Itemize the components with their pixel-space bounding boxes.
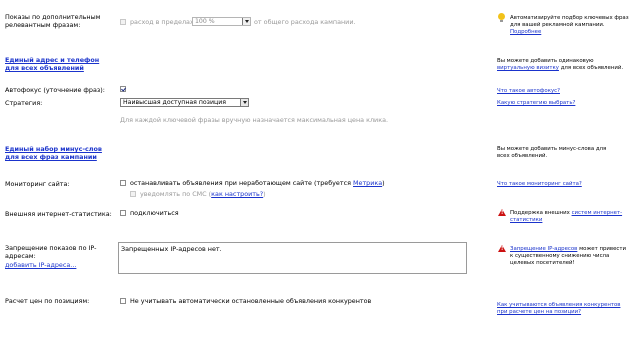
external-stats-option: подключиться	[130, 209, 179, 217]
label-site-monitoring: Мониторинг сайта:	[5, 180, 70, 188]
checkbox-position-price[interactable]	[120, 298, 126, 304]
chevron-down-icon	[242, 18, 250, 25]
warning-icon	[498, 209, 506, 216]
ip-ban-help-link[interactable]: Запрещение IP-адресов	[510, 246, 577, 252]
autophrases-hint-text: Автоматизируйте подбор ключевых фраз для…	[510, 15, 629, 28]
ip-ban-textarea-value: Запрещенных IP-адресов нет.	[121, 245, 222, 253]
lightbulb-base	[500, 20, 503, 22]
autophrases-more-link[interactable]: Подробнее	[510, 29, 541, 35]
label-position-price: Расчет цен по позициям:	[5, 297, 90, 305]
strategy-help-link[interactable]: Какую стратегию выбрать?	[497, 100, 629, 107]
ip-ban-textarea[interactable]: Запрещенных IP-адресов нет.	[118, 242, 467, 274]
sms-option: уведомлять по СМС (как настроить?)	[140, 190, 266, 198]
strategy-select-value: Наивысшая доступная позиция	[123, 99, 226, 106]
monitoring-option: останавливать объявления при неработающе…	[130, 179, 385, 187]
strategy-hint: Для каждой ключевой фразы вручную назнач…	[120, 116, 389, 124]
percent-select[interactable]: 100 %	[192, 17, 251, 26]
spend-suffix-text: от общего расхода кампании.	[254, 18, 356, 26]
minus-words-hint: Вы можете добавить минус-слова для всех …	[497, 146, 607, 159]
warning-icon	[498, 245, 506, 252]
checkbox-autofocus[interactable]	[120, 86, 126, 92]
strategy-select[interactable]: Наивысшая доступная позиция	[120, 98, 249, 107]
monitoring-option-text: останавливать объявления при неработающе…	[130, 179, 351, 187]
checkbox-monitoring[interactable]	[120, 180, 126, 186]
add-ip-link[interactable]: добавить IP-адреса...	[5, 261, 76, 269]
sms-setup-link[interactable]: как настроить?	[211, 190, 263, 198]
label-autofocus: Автофокус (уточнение фраз):	[5, 86, 105, 94]
sms-option-close: )	[263, 190, 266, 198]
external-stats-hint-text: Поддержка внешних	[510, 210, 570, 216]
label-external-stats: Внешняя интернет-статистика:	[5, 210, 112, 218]
single-address-phone-link[interactable]: Единый адрес и телефон для всех объявлен…	[5, 56, 115, 72]
monitoring-option-close: )	[382, 179, 385, 187]
label-strategy: Стратегия:	[5, 99, 43, 107]
lightbulb-icon	[498, 13, 505, 20]
checkbox-sms[interactable]	[130, 191, 136, 197]
autophrases-hint: Автоматизируйте подбор ключевых фраз для…	[510, 15, 632, 36]
label-additional-phrases: Показы по дополнительным релевантным фра…	[5, 13, 101, 29]
position-price-option: Не учитывать автоматически остановленные…	[130, 297, 372, 305]
metrika-link[interactable]: Метрика	[353, 179, 382, 187]
position-price-help-link[interactable]: Как учитываются объявления конкурентов п…	[497, 302, 629, 316]
sms-option-text: уведомлять по СМС (	[140, 190, 212, 198]
checkbox-additional-phrases[interactable]	[120, 19, 126, 25]
vcard-link[interactable]: виртуальную визитку	[497, 65, 559, 71]
chevron-down-icon	[240, 99, 248, 106]
minus-words-link[interactable]: Единый набор минус-слов для всех фраз ка…	[5, 145, 115, 161]
autofocus-help-link[interactable]: Что такое автофокус?	[497, 88, 629, 95]
percent-select-value: 100 %	[195, 18, 215, 25]
spend-limit-text: расход в пределах	[130, 18, 194, 26]
monitoring-help-link[interactable]: Что такое мониторинг сайта?	[497, 181, 629, 188]
checkbox-external-stats[interactable]	[120, 210, 126, 216]
external-stats-hint: Поддержка внешних систем интернет-статис…	[510, 210, 630, 224]
label-ip-ban: Запрещение показов по IP-адресам:	[5, 244, 97, 260]
vcard-hint-text-1: Вы можете добавить одинаковую	[497, 58, 594, 64]
vcard-hint-text-2: для всех объявлений.	[560, 65, 624, 71]
vcard-hint: Вы можете добавить одинаковую виртуальну…	[497, 58, 629, 72]
ip-ban-hint: Запрещение IP-адресов может привести к с…	[510, 246, 628, 267]
